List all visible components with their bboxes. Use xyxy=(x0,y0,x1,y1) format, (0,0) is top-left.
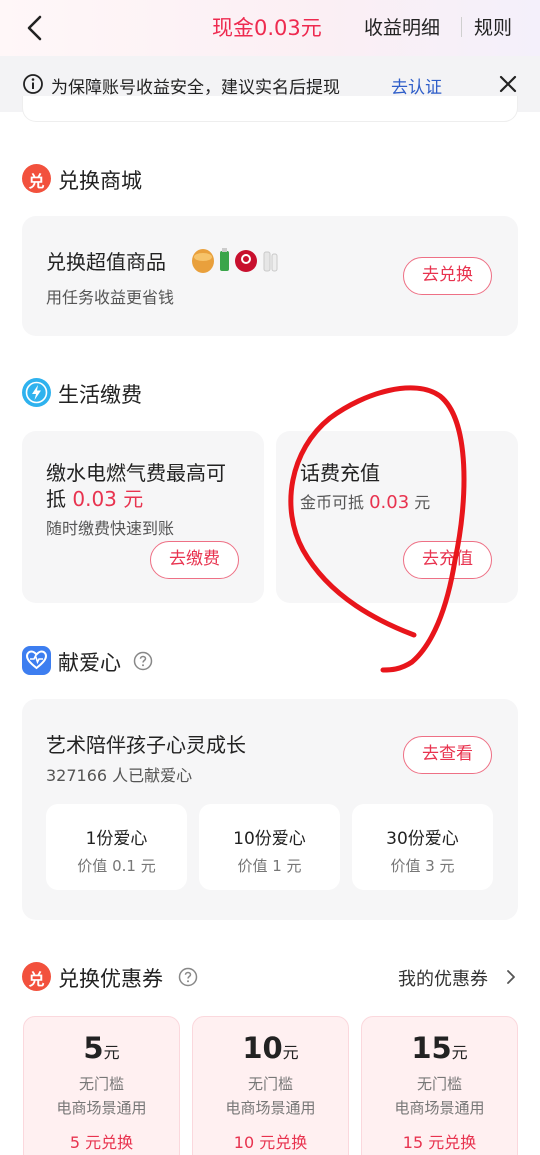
my-coupons-link[interactable]: 我的优惠券 xyxy=(398,965,488,991)
heart-donate-icon xyxy=(22,646,51,675)
utility-title-line2: 抵 0.03 元 xyxy=(46,487,144,511)
go-pay-button[interactable]: 去缴费 xyxy=(150,541,239,579)
phone-recharge-subtitle: 金币可抵 0.03 元 xyxy=(300,492,431,513)
chevron-right-icon[interactable] xyxy=(505,968,517,986)
verify-link[interactable]: 去认证 xyxy=(391,73,442,98)
go-view-button[interactable]: 去查看 xyxy=(403,736,492,774)
utility-subtitle: 随时缴费快速到账 xyxy=(46,519,175,538)
section-title-life-payments: 生活缴费 xyxy=(58,383,142,407)
back-arrow-icon[interactable] xyxy=(22,14,50,42)
coupon-redeem-10[interactable]: 10 元兑换 xyxy=(193,1129,348,1153)
utility-payment-card[interactable]: 缴水电燃气费最高可 抵 0.03 元 随时缴费快速到账 去缴费 xyxy=(22,431,264,603)
coupon-redeem-5[interactable]: 5 元兑换 xyxy=(24,1129,179,1153)
help-icon[interactable] xyxy=(133,651,153,671)
utility-title-line1: 缴水电燃气费最高可 xyxy=(46,461,226,485)
coupon-card-15[interactable]: 15元 无门槛 电商场景通用 15 元兑换 xyxy=(361,1016,518,1155)
top-nav-bar: 现金0.03元 收益明细 规则 xyxy=(0,0,540,56)
product-thumbnails-icon xyxy=(192,248,278,273)
previous-card-edge xyxy=(22,96,518,122)
phone-recharge-card[interactable]: 话费充值 金币可抵 0.03 元 去充值 xyxy=(276,431,518,603)
info-icon xyxy=(23,74,43,94)
utility-amount: 0.03 元 xyxy=(72,487,144,511)
coupon-card-5[interactable]: 5元 无门槛 电商场景通用 5 元兑换 xyxy=(23,1016,180,1155)
earnings-detail-link[interactable]: 收益明细 xyxy=(364,13,440,40)
donate-count: 327166 人已献爱心 xyxy=(46,766,193,785)
exchange-goods-title: 兑换超值商品 xyxy=(46,250,166,274)
page-title: 现金0.03元 xyxy=(212,16,322,40)
section-title-donate: 献爱心 xyxy=(58,651,121,675)
phone-recharge-amount: 0.03 xyxy=(369,492,410,513)
section-title-exchange-mall: 兑换商城 xyxy=(58,169,142,193)
rules-link[interactable]: 规则 xyxy=(474,13,512,40)
exchange-goods-subtitle: 用任务收益更省钱 xyxy=(46,288,175,307)
nav-divider xyxy=(461,17,462,37)
donate-project-title: 艺术陪伴孩子心灵成长 xyxy=(46,733,246,757)
coupon-badge-icon: 兑 xyxy=(22,962,51,991)
donate-option-1[interactable]: 1份爱心 价值 0.1 元 xyxy=(46,804,187,890)
coupon-card-10[interactable]: 10元 无门槛 电商场景通用 10 元兑换 xyxy=(192,1016,349,1155)
section-title-coupons: 兑换优惠券 xyxy=(58,967,163,991)
close-icon[interactable] xyxy=(497,73,519,95)
lightning-icon xyxy=(22,378,51,407)
coupon-redeem-15[interactable]: 15 元兑换 xyxy=(362,1129,517,1153)
go-recharge-button[interactable]: 去充值 xyxy=(403,541,492,579)
help-icon[interactable] xyxy=(178,967,198,987)
phone-recharge-title: 话费充值 xyxy=(300,461,380,485)
exchange-goods-card[interactable]: 兑换超值商品 用任务收益更省钱 去兑换 xyxy=(22,216,518,336)
donate-option-10[interactable]: 10份爱心 价值 1 元 xyxy=(199,804,340,890)
donate-option-30[interactable]: 30份爱心 价值 3 元 xyxy=(352,804,493,890)
exchange-badge-icon: 兑 xyxy=(22,164,51,193)
go-exchange-button[interactable]: 去兑换 xyxy=(403,257,492,295)
notice-text: 为保障账号收益安全，建议实名后提现 xyxy=(51,78,340,98)
